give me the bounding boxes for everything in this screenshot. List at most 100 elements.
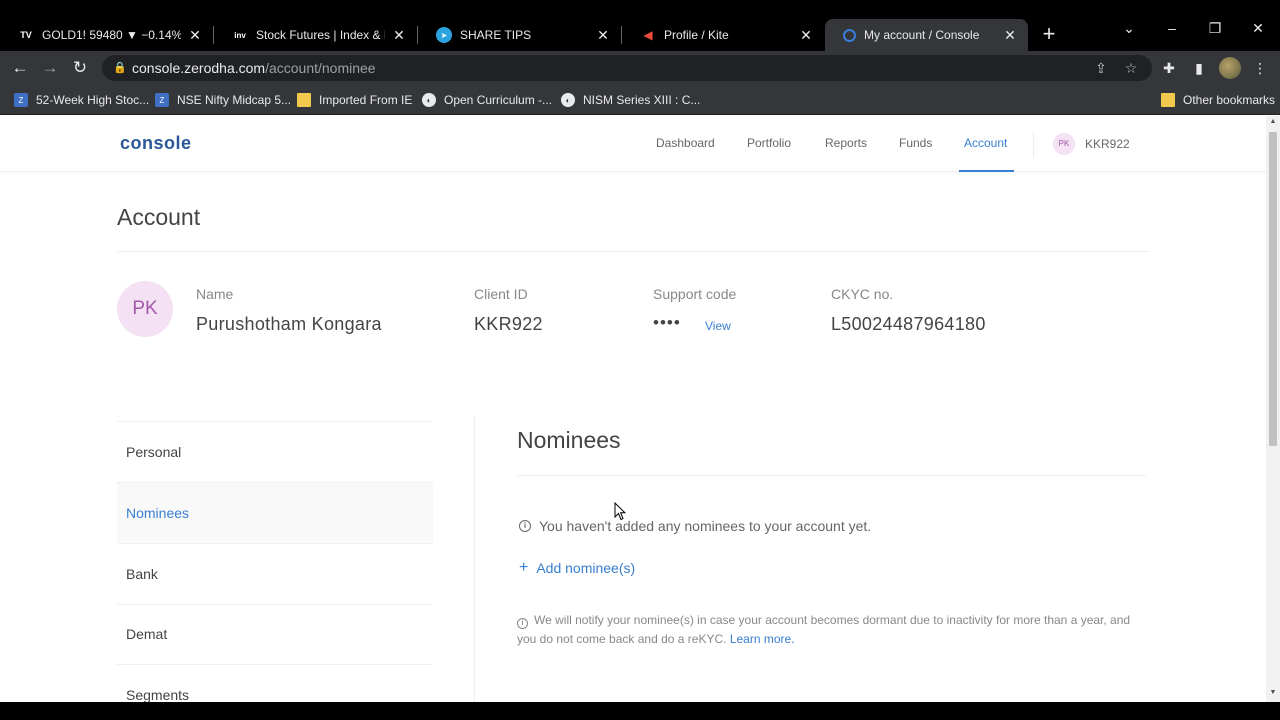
close-icon[interactable]: ✕ <box>595 27 611 44</box>
bookmark-item[interactable]: ◐ NISM Series XIII : C... <box>561 91 700 109</box>
sidebar-item-personal[interactable]: Personal <box>117 422 433 482</box>
profile-avatar-icon[interactable] <box>1219 57 1241 79</box>
user-avatar[interactable]: PK <box>1053 133 1075 155</box>
close-icon[interactable]: ✕ <box>1002 27 1018 44</box>
bookmark-label: Open Curriculum -... <box>444 93 553 107</box>
browser-tab-active[interactable]: My account / Console ✕ <box>825 19 1028 51</box>
other-bookmarks-label: Other bookmarks <box>1183 93 1276 107</box>
globe-icon: ◐ <box>561 93 575 107</box>
restore-icon[interactable]: ❐ <box>1205 20 1225 37</box>
bookmark-site-icon: Z <box>14 93 28 107</box>
support-code-label: Support code <box>653 286 737 302</box>
new-tab-button[interactable]: + <box>1038 22 1060 46</box>
user-id[interactable]: KKR922 <box>1085 137 1130 151</box>
star-icon[interactable]: ☆ <box>1122 59 1140 77</box>
tab-search-icon[interactable]: ⌄ <box>1119 20 1139 37</box>
bookmark-label: Imported From IE <box>319 93 413 107</box>
close-icon[interactable]: ✕ <box>391 27 407 44</box>
close-icon[interactable]: ✕ <box>187 27 203 44</box>
bookmark-item[interactable]: ◐ Open Curriculum -... <box>422 91 552 109</box>
extensions-icon[interactable]: ✚ <box>1160 59 1178 77</box>
close-icon[interactable]: ✕ <box>798 27 814 44</box>
lock-icon: 🔒 <box>113 62 127 74</box>
tab-title: My account / Console <box>864 28 980 42</box>
divider <box>517 475 1146 476</box>
menu-kebab-icon[interactable]: ⋮ <box>1251 59 1269 77</box>
investing-icon: inv <box>234 30 246 40</box>
browser-tab[interactable]: ➤ SHARE TIPS ✕ <box>418 19 621 51</box>
name-label: Name <box>196 286 234 302</box>
support-code-masked: •••• <box>653 313 681 332</box>
info-icon: i <box>519 520 531 532</box>
kite-icon: ◀ <box>643 28 653 42</box>
bookmarks-bar: Z 52-Week High Stoc... Z NSE Nifty Midca… <box>0 85 1280 115</box>
back-icon[interactable]: ← <box>10 58 30 78</box>
share-icon[interactable]: ⇪ <box>1092 59 1110 77</box>
url-host: console.zerodha.com <box>132 60 266 76</box>
add-nominee-button[interactable]: + Add nominee(s) <box>519 559 635 577</box>
ckyc-value: L50024487964180 <box>831 314 986 334</box>
divider <box>474 416 475 702</box>
forward-icon[interactable]: → <box>40 58 60 78</box>
page-scrollbar[interactable]: ▲ ▼ <box>1266 116 1280 702</box>
browser-tabstrip: TV GOLD1! 59480 ▼ −0.14% Un ✕ inv Stock … <box>0 0 1280 51</box>
page-title: Account <box>117 204 201 230</box>
nav-divider <box>1033 132 1034 158</box>
bookmark-item[interactable]: Z 52-Week High Stoc... <box>14 91 149 109</box>
browser-tab[interactable]: TV GOLD1! 59480 ▼ −0.14% Un ✕ <box>0 19 213 51</box>
sidebar-item-demat[interactable]: Demat <box>117 604 433 664</box>
folder-icon <box>1161 93 1175 107</box>
bookmark-label: NISM Series XIII : C... <box>583 93 701 107</box>
bookmark-label: NSE Nifty Midcap 5... <box>177 93 292 107</box>
browser-tab[interactable]: ◀ Profile / Kite ✕ <box>622 19 824 51</box>
nav-account[interactable]: Account <box>964 136 1007 150</box>
learn-more-link[interactable]: Learn more. <box>730 632 795 646</box>
add-nominee-label: Add nominee(s) <box>536 560 636 576</box>
address-bar[interactable]: 🔒 console.zerodha.com/account/nominee ⇪ … <box>102 55 1152 81</box>
minimize-icon[interactable]: – <box>1162 20 1182 36</box>
telegram-icon: ➤ <box>436 27 452 43</box>
profile-avatar: PK <box>117 281 173 337</box>
section-title: Nominees <box>517 427 621 453</box>
console-page: console Dashboard Portfolio Reports Fund… <box>0 116 1266 702</box>
support-code-view-link[interactable]: View <box>705 319 731 333</box>
nav-funds[interactable]: Funds <box>899 136 932 150</box>
sidebar-item-segments[interactable]: Segments <box>117 665 433 702</box>
globe-icon: ◐ <box>422 93 436 107</box>
sidebar-item-bank[interactable]: Bank <box>117 544 433 604</box>
sidebar-item-nominees[interactable]: Nominees <box>117 483 433 543</box>
console-icon <box>843 28 856 42</box>
console-logo[interactable]: console <box>120 133 192 154</box>
window-close-icon[interactable]: ✕ <box>1248 20 1268 37</box>
empty-state-text: You haven't added any nominees to your a… <box>539 518 872 534</box>
tab-title: GOLD1! 59480 ▼ −0.14% Un <box>42 28 181 42</box>
scroll-up-icon[interactable]: ▲ <box>1266 118 1280 125</box>
folder-icon <box>297 93 311 107</box>
dormancy-note: i We will notify your nominee(s) in case … <box>517 611 1149 649</box>
browser-tab[interactable]: inv Stock Futures | Index & Mark ✕ <box>214 19 417 51</box>
name-value: Purushotham Kongara <box>196 314 382 334</box>
nav-dashboard[interactable]: Dashboard <box>656 136 715 150</box>
bookmark-item[interactable]: Imported From IE <box>297 91 412 109</box>
client-id-label: Client ID <box>474 286 528 302</box>
info-icon: i <box>517 618 528 629</box>
mouse-cursor-icon <box>614 502 626 521</box>
divider <box>117 251 1149 252</box>
top-nav: console Dashboard Portfolio Reports Fund… <box>0 116 1266 172</box>
browser-toolbar: ← → ↻ 🔒 console.zerodha.com/account/nomi… <box>0 51 1280 85</box>
client-id-value: KKR922 <box>474 314 543 334</box>
nav-portfolio[interactable]: Portfolio <box>747 136 791 150</box>
bookmark-site-icon: Z <box>155 93 169 107</box>
other-bookmarks[interactable]: Other bookmarks <box>1161 91 1275 109</box>
tab-title: SHARE TIPS <box>460 28 532 42</box>
side-panel-icon[interactable]: ▮ <box>1190 59 1208 77</box>
plus-icon: + <box>519 559 529 576</box>
scroll-down-icon[interactable]: ▼ <box>1266 689 1280 696</box>
bookmark-item[interactable]: Z NSE Nifty Midcap 5... <box>155 91 291 109</box>
active-nav-underline <box>959 170 1014 172</box>
tab-title: Stock Futures | Index & Mark <box>256 28 385 42</box>
scrollbar-thumb[interactable] <box>1269 132 1277 446</box>
reload-icon[interactable]: ↻ <box>70 58 90 78</box>
nav-reports[interactable]: Reports <box>825 136 867 150</box>
tradingview-icon: TV <box>20 30 32 40</box>
